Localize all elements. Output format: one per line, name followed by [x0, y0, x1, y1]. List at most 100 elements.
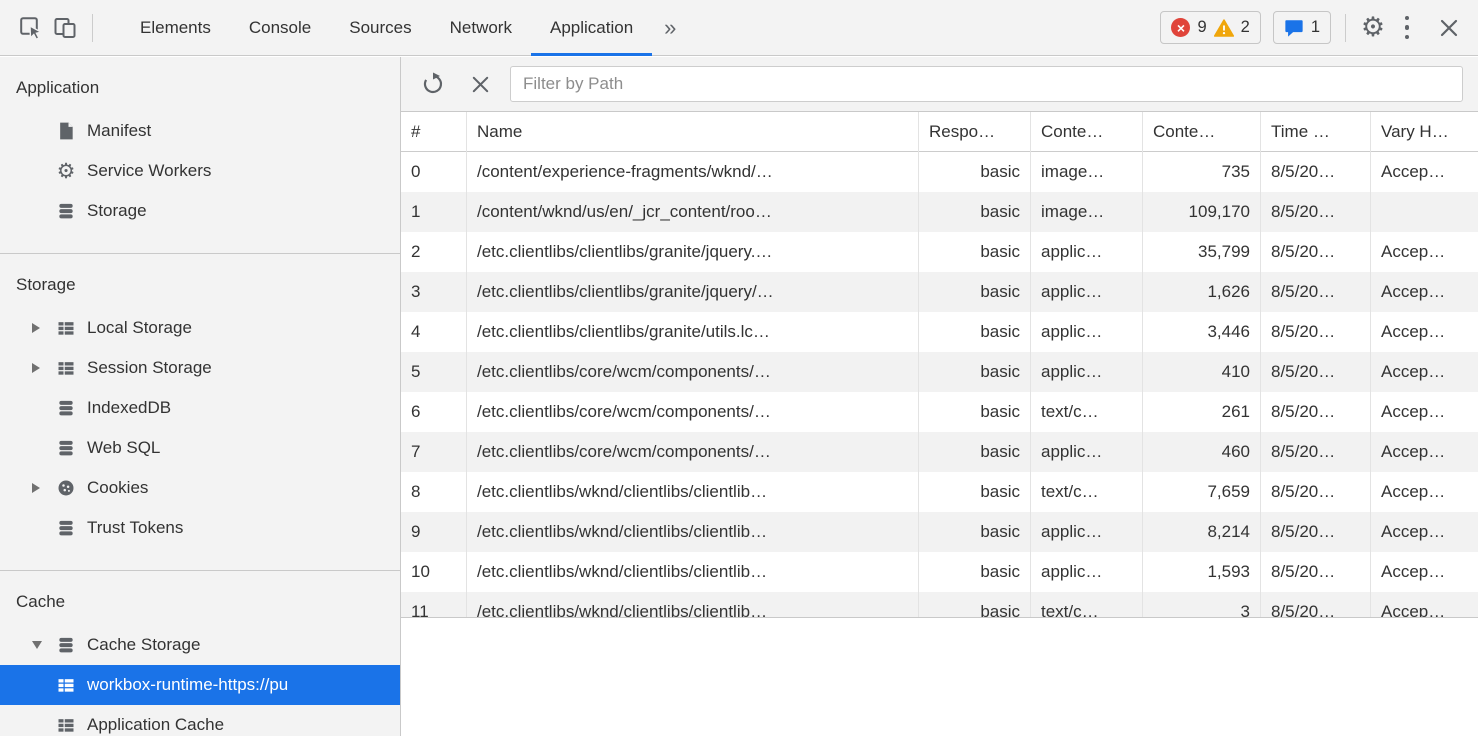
sidebar-item-label: IndexedDB	[87, 398, 171, 418]
tab-application[interactable]: Application	[531, 0, 652, 56]
table-row[interactable]: 4/etc.clientlibs/clientlibs/granite/util…	[401, 312, 1478, 352]
issues-messages-badge[interactable]: 1	[1273, 11, 1331, 44]
cell-response-type: basic	[919, 192, 1031, 232]
sidebar-item-workbox-runtime-https-pu[interactable]: workbox-runtime-https://pu	[0, 665, 400, 705]
table-row[interactable]: 1/content/wknd/us/en/_jcr_content/roo…ba…	[401, 192, 1478, 232]
sidebar-item-web-sql[interactable]: Web SQL	[0, 428, 400, 468]
cell-time-cached: 8/5/20…	[1261, 432, 1371, 472]
table-row[interactable]: 3/etc.clientlibs/clientlibs/granite/jque…	[401, 272, 1478, 312]
table-row[interactable]: 11/etc.clientlibs/wknd/clientlibs/client…	[401, 592, 1478, 618]
table-row[interactable]: 5/etc.clientlibs/core/wcm/components/…ba…	[401, 352, 1478, 392]
refresh-button[interactable]	[416, 67, 450, 101]
cell-content-type: applic…	[1031, 552, 1143, 592]
cell-response-type: basic	[919, 512, 1031, 552]
sidebar-item-label: Cookies	[87, 478, 148, 498]
tab-console[interactable]: Console	[230, 0, 330, 56]
cell-content-type: text/c…	[1031, 472, 1143, 512]
sidebar-item-label: Application Cache	[87, 715, 224, 735]
section-title-cache: Cache	[0, 571, 400, 625]
cell-time-cached: 8/5/20…	[1261, 512, 1371, 552]
cell-name: /content/wknd/us/en/_jcr_content/roo…	[467, 192, 919, 232]
sidebar-item-trust-tokens[interactable]: Trust Tokens	[0, 508, 400, 548]
table-row[interactable]: 10/etc.clientlibs/wknd/clientlibs/client…	[401, 552, 1478, 592]
tab-elements[interactable]: Elements	[121, 0, 230, 56]
cell-time-cached: 8/5/20…	[1261, 152, 1371, 192]
column-header-response-type[interactable]: Respo…	[919, 112, 1031, 152]
grid-header: #NameRespo…Conte…Conte…Time …Vary H…	[401, 112, 1478, 152]
console-errors-warnings-badge[interactable]: × 9 2	[1160, 11, 1260, 44]
column-header-content-type[interactable]: Conte…	[1031, 112, 1143, 152]
message-bubble-icon	[1284, 18, 1304, 38]
sidebar-item-local-storage[interactable]: Local Storage	[0, 308, 400, 348]
cell-name: /etc.clientlibs/clientlibs/granite/jquer…	[467, 232, 919, 272]
sidebar-item-label: Web SQL	[87, 438, 160, 458]
table-row[interactable]: 2/etc.clientlibs/clientlibs/granite/jque…	[401, 232, 1478, 272]
cell-num: 8	[401, 472, 467, 512]
filter-by-path-input[interactable]	[510, 66, 1463, 102]
table-icon	[54, 358, 78, 378]
column-header-num[interactable]: #	[401, 112, 467, 152]
column-header-time-cached[interactable]: Time …	[1261, 112, 1371, 152]
cell-num: 4	[401, 312, 467, 352]
chevron-right-icon[interactable]	[32, 483, 54, 493]
sidebar-item-manifest[interactable]: Manifest	[0, 111, 400, 151]
table-row[interactable]: 8/etc.clientlibs/wknd/clientlibs/clientl…	[401, 472, 1478, 512]
error-count: 9	[1197, 18, 1206, 37]
cell-vary-header: Accep…	[1371, 432, 1478, 472]
sidebar-item-session-storage[interactable]: Session Storage	[0, 348, 400, 388]
cache-entries-grid: #NameRespo…Conte…Conte…Time …Vary H… 0/c…	[401, 112, 1478, 618]
database-icon	[54, 518, 78, 538]
sidebar-item-storage[interactable]: Storage	[0, 191, 400, 231]
chevron-down-icon[interactable]	[32, 641, 54, 649]
sidebar-item-label: Storage	[87, 201, 147, 221]
table-row[interactable]: 7/etc.clientlibs/core/wcm/components/…ba…	[401, 432, 1478, 472]
sidebar-item-application-cache[interactable]: Application Cache	[0, 705, 400, 736]
sidebar-item-label: Service Workers	[87, 161, 211, 181]
table-icon	[54, 715, 78, 735]
table-row[interactable]: 0/content/experience-fragments/wknd/…bas…	[401, 152, 1478, 192]
cell-vary-header: Accep…	[1371, 152, 1478, 192]
close-devtools-button[interactable]	[1432, 11, 1466, 45]
close-icon	[1438, 17, 1460, 39]
database-icon	[54, 438, 78, 458]
gear-icon: ⚙	[1361, 14, 1385, 41]
more-tabs-button[interactable]: »	[652, 0, 688, 55]
cell-name: /etc.clientlibs/clientlibs/granite/utils…	[467, 312, 919, 352]
sidebar-item-cookies[interactable]: Cookies	[0, 468, 400, 508]
column-header-name[interactable]: Name	[467, 112, 919, 152]
cell-content-type: image…	[1031, 192, 1143, 232]
chevron-right-icon[interactable]	[32, 363, 54, 373]
toggle-device-toolbar-button[interactable]	[48, 11, 82, 45]
cell-time-cached: 8/5/20…	[1261, 392, 1371, 432]
settings-button[interactable]: ⚙	[1356, 11, 1390, 45]
column-header-content-length[interactable]: Conte…	[1143, 112, 1261, 152]
cache-toolbar	[401, 57, 1478, 112]
cell-content-type: applic…	[1031, 432, 1143, 472]
section-title-application: Application	[0, 57, 400, 111]
cell-response-type: basic	[919, 432, 1031, 472]
sidebar-section-cache: CacheCache Storageworkbox-runtime-https:…	[0, 570, 400, 736]
cell-vary-header: Accep…	[1371, 392, 1478, 432]
column-header-vary-header[interactable]: Vary H…	[1371, 112, 1478, 152]
cell-name: /etc.clientlibs/wknd/clientlibs/clientli…	[467, 592, 919, 618]
inspect-element-button[interactable]	[14, 11, 48, 45]
chevron-right-icon[interactable]	[32, 323, 54, 333]
section-title-storage: Storage	[0, 254, 400, 308]
message-count: 1	[1311, 18, 1320, 37]
sidebar-item-indexeddb[interactable]: IndexedDB	[0, 388, 400, 428]
table-row[interactable]: 9/etc.clientlibs/wknd/clientlibs/clientl…	[401, 512, 1478, 552]
tab-sources[interactable]: Sources	[330, 0, 430, 56]
inspect-cursor-icon	[18, 15, 44, 41]
devtools-menu-button[interactable]	[1390, 11, 1424, 45]
delete-selected-button[interactable]	[463, 67, 497, 101]
cell-vary-header: Accep…	[1371, 352, 1478, 392]
tab-network[interactable]: Network	[431, 0, 531, 56]
cell-content-length: 35,799	[1143, 232, 1261, 272]
database-icon	[54, 398, 78, 418]
sidebar-item-service-workers[interactable]: ⚙Service Workers	[0, 151, 400, 191]
cell-num: 11	[401, 592, 467, 618]
sidebar-item-cache-storage[interactable]: Cache Storage	[0, 625, 400, 665]
sidebar-item-label: Local Storage	[87, 318, 192, 338]
cell-response-type: basic	[919, 152, 1031, 192]
table-row[interactable]: 6/etc.clientlibs/core/wcm/components/…ba…	[401, 392, 1478, 432]
